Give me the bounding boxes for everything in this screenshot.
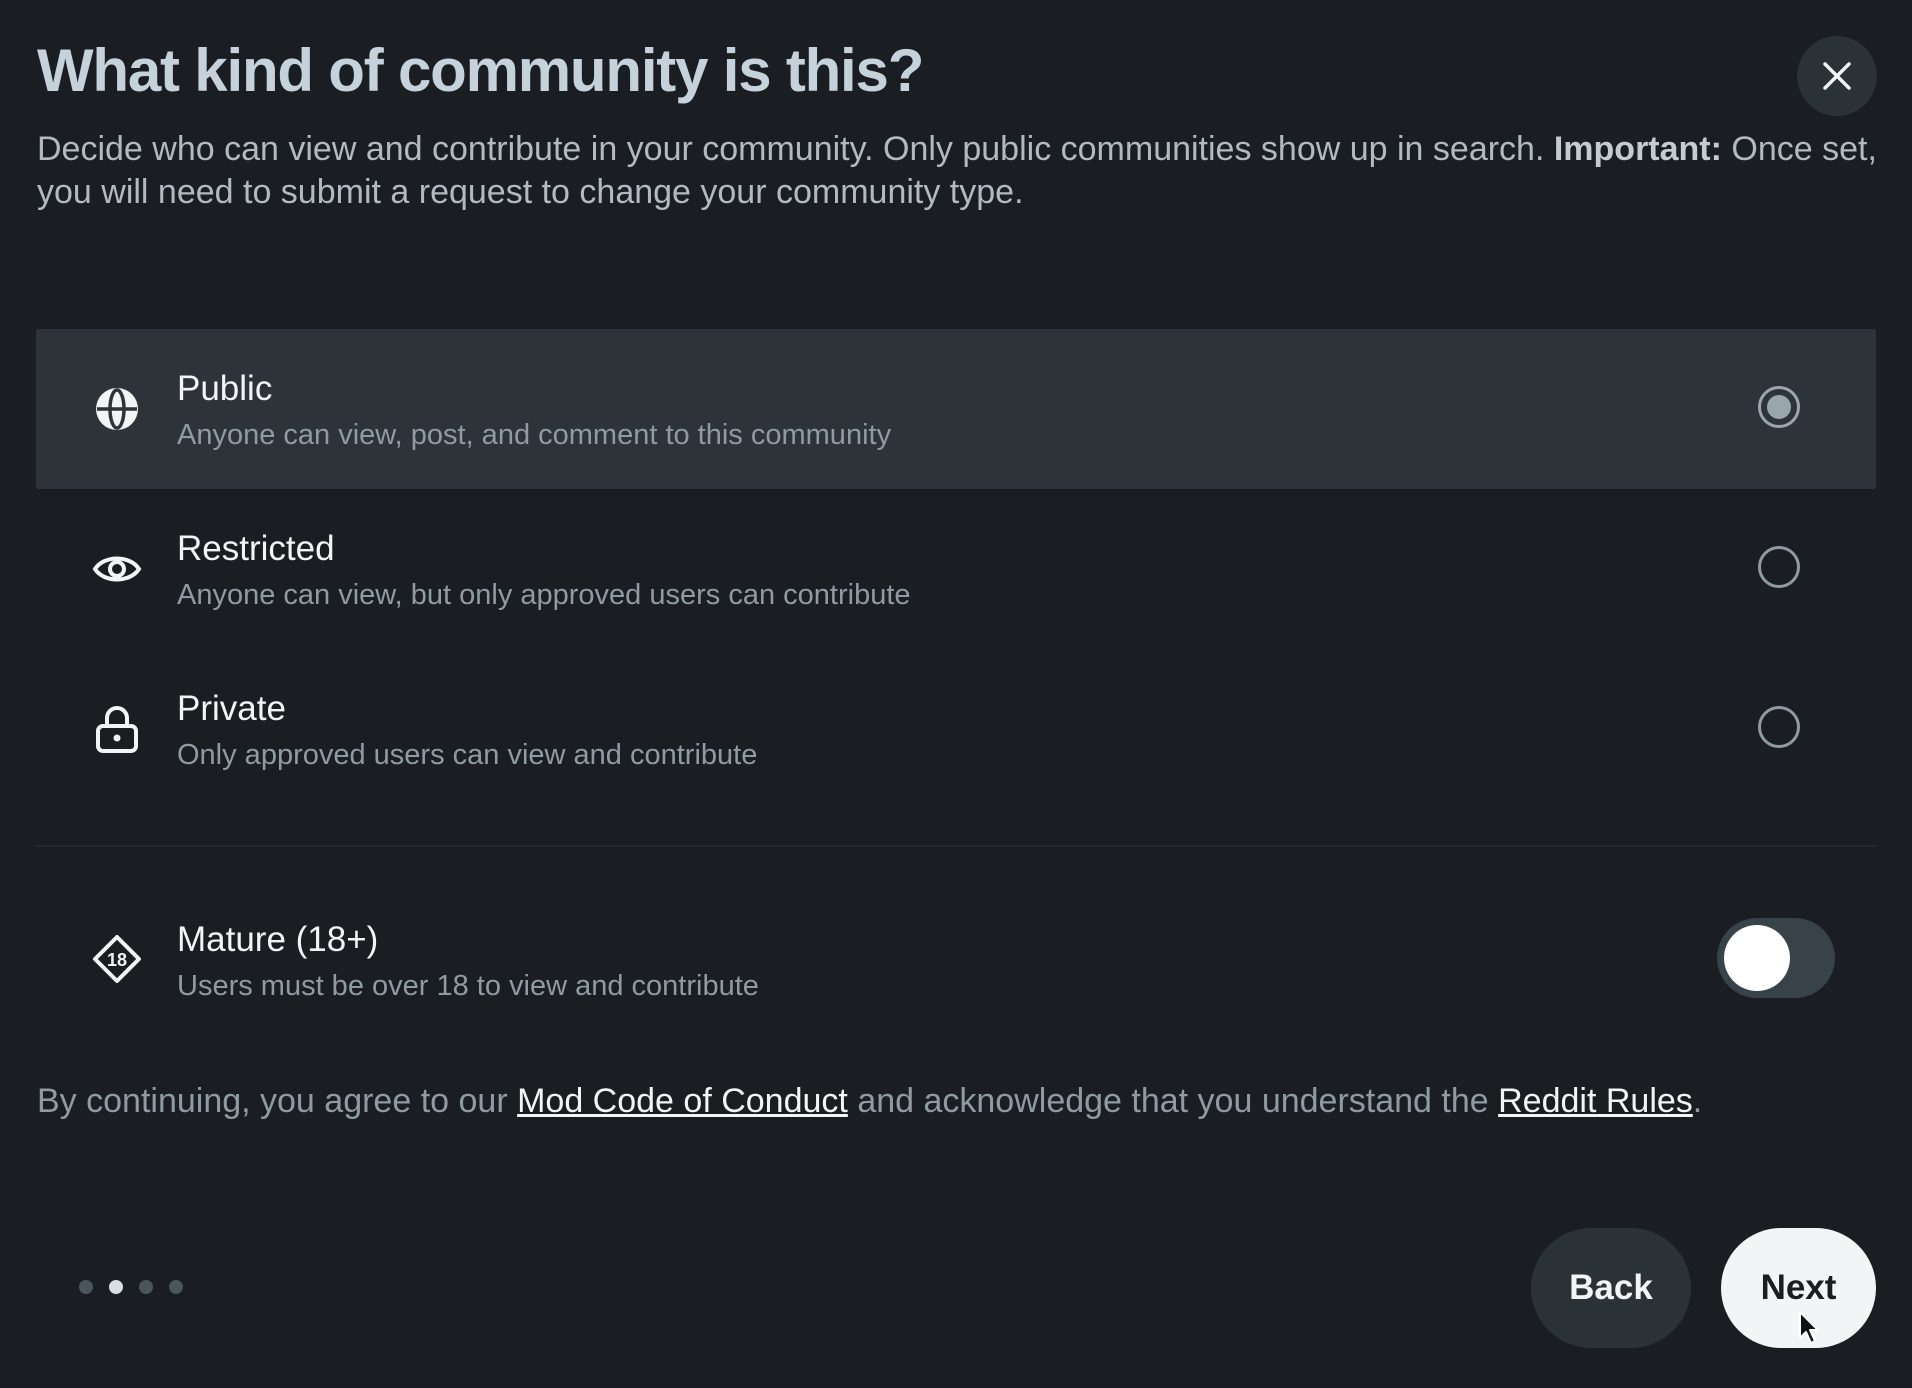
step-dot (169, 1280, 183, 1294)
option-description: Anyone can view, post, and comment to th… (177, 419, 892, 451)
agreement-prefix: By continuing, you agree to our (37, 1082, 508, 1120)
eye-icon (92, 544, 142, 594)
option-private[interactable]: Private Only approved users can view and… (36, 649, 1876, 809)
18-plus-icon: 18 (92, 934, 142, 984)
option-label: Private (177, 689, 286, 728)
dialog-description: Decide who can view and contribute in yo… (37, 128, 1887, 214)
option-description: Anyone can view, but only approved users… (177, 579, 911, 611)
step-indicator (79, 1280, 183, 1294)
option-public[interactable]: Public Anyone can view, post, and commen… (36, 329, 1876, 489)
close-icon (1823, 62, 1851, 90)
option-label: Restricted (177, 529, 335, 568)
agreement-suffix: . (1692, 1082, 1703, 1120)
option-description: Only approved users can view and contrib… (177, 739, 758, 771)
agreement-text: By continuing, you agree to our Mod Code… (37, 1082, 1702, 1121)
dialog-title: What kind of community is this? (37, 37, 924, 104)
mod-code-of-conduct-link[interactable]: Mod Code of Conduct (517, 1082, 848, 1120)
option-label: Public (177, 369, 273, 408)
step-dot-active (109, 1280, 123, 1294)
mature-toggle[interactable] (1717, 918, 1835, 998)
globe-icon (92, 384, 142, 434)
back-button[interactable]: Back (1531, 1228, 1691, 1348)
mature-description: Users must be over 18 to view and contri… (177, 970, 759, 1002)
reddit-rules-link[interactable]: Reddit Rules (1498, 1082, 1693, 1120)
lock-icon (92, 704, 142, 754)
radio-restricted[interactable] (1758, 546, 1800, 588)
close-button[interactable] (1797, 36, 1877, 116)
mature-setting: 18 Mature (18+) Users must be over 18 to… (36, 900, 1876, 1020)
radio-private[interactable] (1758, 706, 1800, 748)
mouse-cursor-icon (1799, 1311, 1819, 1344)
mature-label: Mature (18+) (177, 920, 379, 959)
important-label: Important: (1553, 130, 1722, 168)
agreement-middle: and acknowledge that you understand the (857, 1082, 1489, 1120)
svg-text:18: 18 (107, 950, 127, 970)
radio-dot (1767, 395, 1791, 419)
step-dot (139, 1280, 153, 1294)
step-dot (79, 1280, 93, 1294)
section-divider (36, 845, 1876, 847)
description-text: Decide who can view and contribute in yo… (37, 130, 1545, 168)
community-type-options: Public Anyone can view, post, and commen… (36, 329, 1876, 809)
radio-public[interactable] (1758, 386, 1800, 428)
option-restricted[interactable]: Restricted Anyone can view, but only app… (36, 489, 1876, 649)
toggle-knob (1724, 925, 1790, 991)
